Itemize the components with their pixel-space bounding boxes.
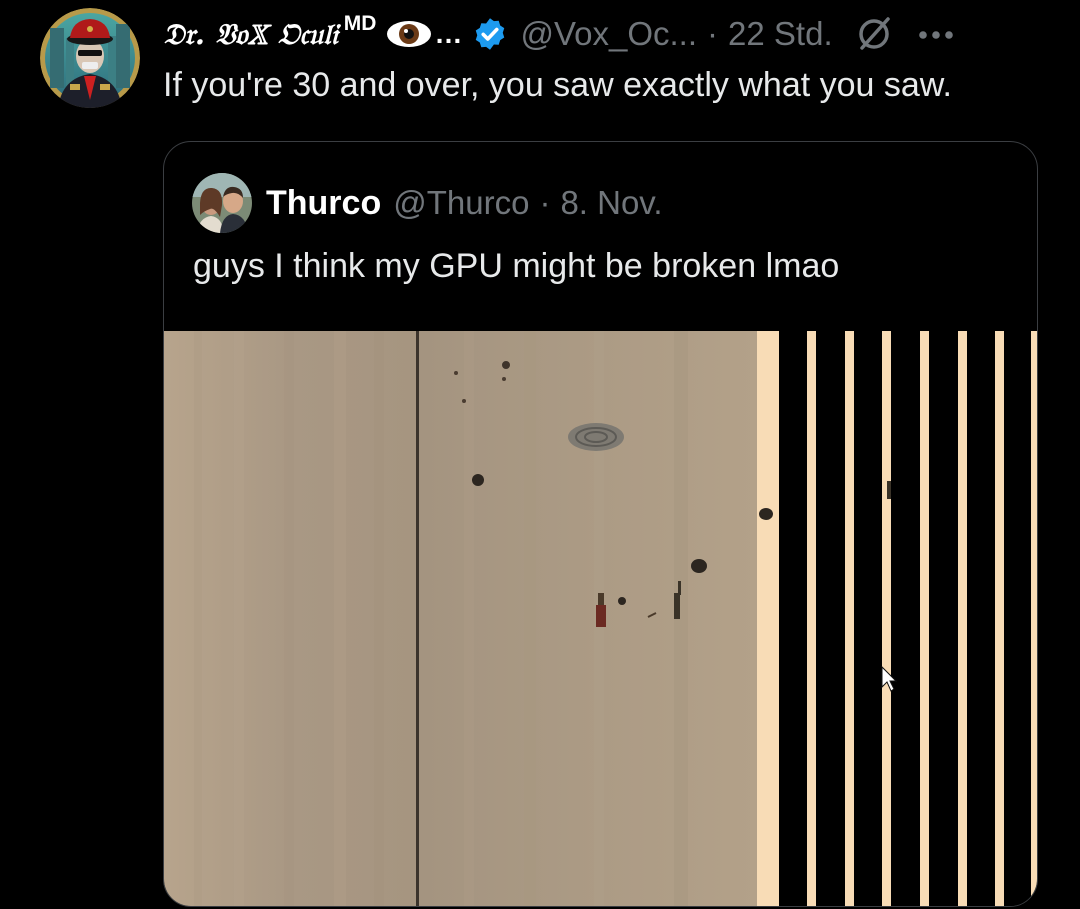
quoted-tweet-media[interactable] (164, 331, 1037, 906)
author-avatar[interactable] (40, 8, 140, 108)
quoted-tweet-text: guys I think my GPU might be broken lmao (193, 247, 840, 285)
eye-emoji-icon (386, 19, 432, 49)
quoted-tweet-card[interactable]: Thurco @Thurco · 8. Nov. guys I think my… (163, 141, 1038, 907)
quoted-separator-dot: · (539, 184, 551, 221)
verified-badge-icon[interactable] (472, 16, 508, 52)
display-name-truncation: … (434, 18, 463, 49)
grok-icon[interactable] (855, 15, 893, 53)
quoted-tweet-date[interactable]: 8. Nov. (560, 184, 662, 222)
separator-dot: · (707, 15, 719, 52)
quoted-author-avatar[interactable] (192, 173, 252, 233)
quoted-author-name[interactable]: Thurco (266, 184, 381, 223)
tweet-text: If you're 30 and over, you saw exactly w… (163, 66, 952, 104)
quoted-tweet-header: Thurco @Thurco · 8. Nov. (192, 173, 663, 233)
author-handle[interactable]: @Vox_Oc... (520, 15, 697, 53)
quoted-author-handle[interactable]: @Thurco (393, 184, 529, 222)
author-name-suffix: MD (343, 12, 377, 35)
more-options-icon[interactable] (917, 28, 955, 40)
tweet-header: 𝔇𝔯. 𝔙𝔬𝕏 𝔒𝔠𝔲𝔩𝔦 MD … @Vox_Oc... · 22 Std. (163, 10, 1063, 58)
tweet-timestamp[interactable]: 22 Std. (728, 15, 833, 53)
author-avatar-image (40, 8, 140, 108)
author-display-name[interactable]: 𝔇𝔯. 𝔙𝔬𝕏 𝔒𝔠𝔲𝔩𝔦 (163, 17, 338, 52)
